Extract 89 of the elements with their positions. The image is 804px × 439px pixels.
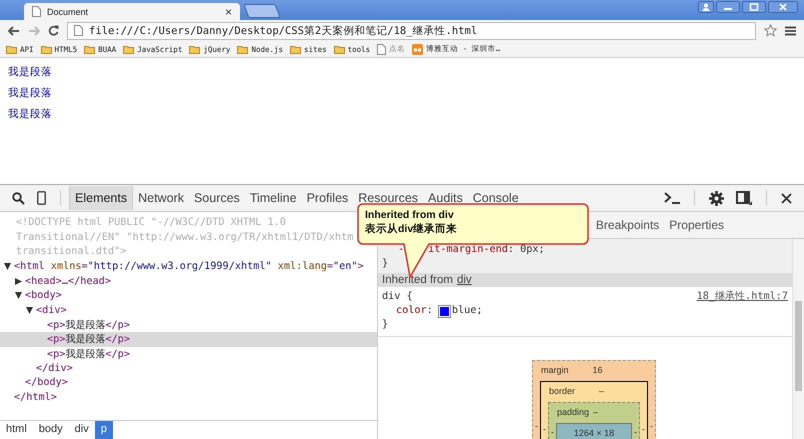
menu-icon[interactable] [785,26,796,36]
rule-brace: } [381,257,388,271]
box-value: – [599,386,604,398]
inherited-label: Inherited from [382,274,453,286]
page-icon [377,44,386,54]
box-value: - [543,423,546,436]
dock-icon[interactable] [736,191,752,205]
user-icon[interactable] [698,1,714,13]
scrollbar[interactable] [792,239,804,439]
settings-icon[interactable] [709,190,724,206]
paragraph: 我是段落 [8,66,52,79]
callout-text: Inherited from div [365,208,454,222]
devtools-tab[interactable]: Sources [188,186,245,210]
dom-node-line[interactable]: <html xmlns="http://www.w3.org/1999/xhtml" xml:lang="en"> [14,261,364,272]
expand-arrow-icon[interactable] [4,263,11,270]
paragraph: 我是段落 [8,87,52,100]
expand-arrow-icon[interactable] [15,278,22,285]
folder-icon [6,44,17,54]
element-link[interactable]: div [456,274,472,286]
folder-icon [334,44,345,54]
breadcrumb[interactable]: div [68,421,95,439]
folder-icon [123,44,134,54]
close-icon[interactable] [768,1,798,13]
dom-node-line[interactable]: <body> [25,290,62,302]
box-value: - [650,420,653,433]
sidebar-tab[interactable]: Properties [669,218,724,232]
browser-tab[interactable]: Document × [24,3,240,20]
close-icon[interactable] [781,192,792,204]
mobile-device-icon[interactable] [37,191,46,205]
css-value: blue; [452,304,482,318]
site-icon [412,44,424,54]
folder-icon [237,44,248,54]
breadcrumb[interactable]: p [94,421,113,439]
rule-brace: } [381,318,388,332]
address-field[interactable]: file:///C:/Users/Danny/Desktop/CSS第2天案例和笔记/18_继承性.html [67,22,756,40]
box-label: border [549,386,576,398]
devtools-tab[interactable]: Network [133,186,189,210]
page-icon [74,25,83,36]
doctype-line: Transitional//EN" "http://www.w3.org/TR/xhtml1/DTD/xhtm [15,230,354,244]
css-property: color [396,304,427,318]
dom-closing-tag[interactable]: </body> [25,377,68,388]
box-value: – [593,407,598,419]
box-value: - [634,426,637,439]
breadcrumb[interactable]: body [32,421,69,439]
star-icon[interactable] [764,24,777,37]
sidebar-tab[interactable]: Breakpoints [596,218,660,232]
devtools-tab[interactable]: Timeline [244,186,302,210]
new-tab-button[interactable] [243,4,281,18]
dom-closing-tag[interactable]: </div> [36,362,73,374]
doctype-line: transitional.dtd"> [15,245,126,259]
devtools-tab[interactable]: Elements [69,186,134,210]
paragraph: 我是段落 [8,108,52,121]
css-property-fragment: - [398,243,404,257]
back-icon[interactable] [8,26,20,36]
box-value: 16 [592,365,603,377]
minimize-icon[interactable] [716,1,740,13]
console-prompt-icon[interactable] [664,192,680,204]
color-swatch[interactable] [438,306,450,316]
css-selector: div { [382,290,413,304]
devtools-tab[interactable]: Profiles [302,186,354,210]
dom-node-line[interactable]: <div> [36,304,67,316]
dom-closing-tag[interactable]: </html> [14,392,57,403]
box-label: padding [557,407,590,419]
dom-node-line[interactable]: <head>…</head> [25,276,111,287]
maximize-icon[interactable] [742,1,766,13]
reload-icon[interactable] [48,25,59,36]
box-value: - [535,420,538,433]
close-tab-button[interactable]: × [224,6,232,18]
dom-node-line[interactable]: <p>我是段落</p> [47,346,130,361]
box-label: margin [541,365,569,377]
folder-icon [84,44,96,54]
box-value: - [551,426,554,439]
content-box: 1264 × 18 [556,423,632,439]
css-colon: : [426,304,433,318]
source-link[interactable]: 18_继承性.html:7 [696,290,788,304]
css-declaration: it-margin-end: 0px; [428,243,545,257]
box-value: - [642,423,645,436]
folder-icon [40,44,52,54]
expand-arrow-icon[interactable] [15,292,22,300]
expand-arrow-icon[interactable] [26,306,33,314]
folder-icon [189,44,200,54]
tab-title: Document [47,6,90,16]
doctype-line: <!DOCTYPE html PUBLIC "-//W3C//DTD XHTML 1.0 [15,216,286,230]
page-icon [32,6,41,17]
search-icon[interactable] [12,192,25,204]
dom-node-line[interactable]: <p>我是段落</p> [47,318,130,332]
folder-icon [290,44,302,54]
breadcrumb[interactable]: html [0,421,33,439]
callout-text: 表示从div继承而来 [365,222,458,236]
